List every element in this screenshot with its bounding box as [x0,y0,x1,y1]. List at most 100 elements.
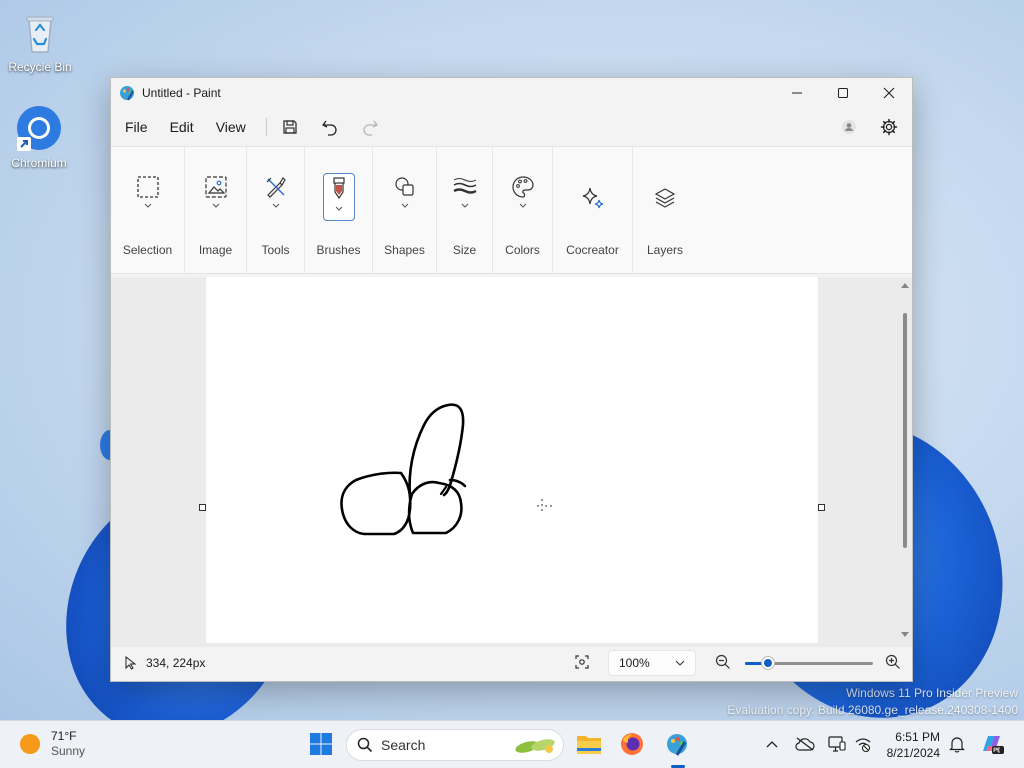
search-placeholder: Search [381,737,426,753]
chevron-down-icon [675,660,685,666]
paint-app-icon [120,86,134,101]
menu-divider [265,118,267,136]
cocreator-tool[interactable] [577,175,609,221]
cursor-coordinates: 334, 224px [146,656,206,670]
zoom-dropdown[interactable]: 100% [608,650,696,676]
ribbon-group-label: Layers [646,243,684,257]
scrollbar-thumb[interactable] [903,313,907,548]
canvas-resize-handle-right[interactable] [818,504,825,511]
menu-view[interactable]: View [208,114,254,140]
redo-button[interactable] [353,112,387,142]
sparkle-icon [582,187,603,209]
cloud-offline-icon [795,737,815,751]
account-button[interactable] [832,112,866,142]
onedrive-tray-button[interactable] [795,737,815,756]
weather-widget[interactable]: 71°F Sunny [20,729,85,759]
firefox-icon [621,733,643,755]
vertical-scrollbar[interactable] [900,277,912,647]
zoom-slider-knob[interactable] [762,657,774,669]
status-bar: 334, 224px 100% [111,645,912,681]
chevron-up-icon [766,741,778,748]
zoom-in-button[interactable] [885,654,901,673]
canvas-resize-handle-left[interactable] [199,504,206,511]
ribbon-group-colors[interactable]: Colors [493,147,553,273]
size-tool[interactable] [449,175,481,221]
ribbon-group-brushes[interactable]: Brushes [305,147,373,273]
ribbon-group-tools[interactable]: Tools [247,147,305,273]
ribbon-group-cocreator[interactable]: Cocreator [553,147,633,273]
zoom-in-icon [885,654,900,669]
layers-tool[interactable] [649,175,681,221]
file-explorer-taskbar-button[interactable] [576,731,602,757]
drawing-canvas[interactable] [206,277,818,643]
search-icon [357,737,373,753]
display-tray-button[interactable] [828,736,846,757]
ribbon: Selection Image Tools Brushes Shapes Siz… [111,146,912,274]
cursor-position: 334, 224px [125,656,205,670]
ribbon-group-selection[interactable]: Selection [111,147,185,273]
maximize-button[interactable] [820,78,866,108]
undo-button[interactable] [313,112,347,142]
close-button[interactable] [866,78,912,108]
taskbar-search[interactable]: Search [346,729,564,761]
network-tray-button[interactable] [854,736,872,757]
sun-icon [20,734,40,754]
paint-app-icon [667,734,687,756]
ribbon-group-shapes[interactable]: Shapes [373,147,437,273]
fit-to-window-button[interactable] [574,654,590,673]
save-button[interactable] [273,112,307,142]
ribbon-group-layers[interactable]: Layers [633,147,697,273]
ribbon-group-label: Size [452,243,477,257]
ribbon-group-size[interactable]: Size [437,147,493,273]
shapes-icon [394,177,414,196]
ribbon-group-label: Brushes [316,243,361,257]
recycle-bin-desktop-icon[interactable]: Recycle Bin [2,8,78,74]
zoom-slider[interactable] [745,657,873,669]
maximize-icon [838,88,848,98]
start-button[interactable] [309,732,333,756]
ribbon-group-image[interactable]: Image [185,147,247,273]
ribbon-group-label: Colors [505,243,540,257]
brushes-tool[interactable] [322,173,355,221]
scroll-down-icon [901,632,909,637]
copilot-icon [983,736,1004,754]
colors-tool[interactable] [507,175,539,221]
show-hidden-icons-button[interactable] [766,735,778,753]
chevron-down-icon [144,203,151,208]
menu-file[interactable]: File [117,114,156,140]
brush-icon [332,177,345,200]
firefox-taskbar-button[interactable] [619,731,645,757]
zoom-out-button[interactable] [715,654,731,673]
settings-button[interactable] [872,112,906,142]
paint-window: Untitled - Paint File Edit View Selectio… [110,77,913,682]
gear-icon [880,118,898,136]
tools-tool[interactable] [260,175,292,221]
search-highlight-icon [515,739,555,753]
title-bar[interactable]: Untitled - Paint [111,78,912,108]
copilot-button[interactable] [980,733,1004,760]
clock[interactable]: 6:51 PM 8/21/2024 [880,729,940,761]
ribbon-group-label: Shapes [384,243,425,257]
paint-taskbar-button[interactable] [664,731,690,757]
layers-icon [654,188,676,208]
ribbon-group-label: Selection [122,243,173,257]
os-watermark: Windows 11 Pro Insider Preview Evaluatio… [727,685,1018,719]
zoom-value: 100% [619,656,650,670]
chevron-down-icon [461,203,468,208]
image-tool[interactable] [200,175,232,221]
shapes-tool[interactable] [389,175,421,221]
notifications-button[interactable] [949,735,965,758]
desktop-icon-label: Chromium [11,156,67,170]
menu-bar: File Edit View [111,108,912,146]
drawing-strokes [340,403,552,536]
pointer-icon [125,656,137,670]
ribbon-group-label: Cocreator [566,243,619,257]
chromium-desktop-icon[interactable]: Chromium [1,104,77,170]
minimize-button[interactable] [774,78,820,108]
clock-date: 8/21/2024 [886,746,940,760]
chevron-down-icon [401,203,408,208]
size-icon [452,178,477,194]
chromium-icon [17,106,61,151]
menu-edit[interactable]: Edit [162,114,202,140]
selection-tool[interactable] [132,175,164,221]
